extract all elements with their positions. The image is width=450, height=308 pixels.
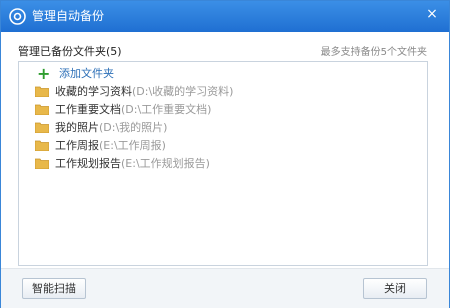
list-item[interactable]: 工作规划报告(E:\工作规划报告): [19, 155, 427, 173]
folder-name: 我的照片: [55, 121, 99, 134]
folder-name: 工作规划报告: [55, 157, 121, 170]
close-button[interactable]: 关闭: [363, 278, 427, 299]
gear-icon: [9, 8, 26, 25]
folder-path: (E:\工作周报): [99, 139, 166, 152]
folder-list: + 添加文件夹 收藏的学习资料(D:\收藏的学习资料) 工作重要文档(D:\工作…: [18, 61, 428, 266]
add-folder-button[interactable]: + 添加文件夹: [19, 65, 427, 83]
add-folder-label: 添加文件夹: [59, 67, 114, 80]
close-icon[interactable]: ×: [421, 4, 443, 24]
smart-scan-button[interactable]: 智能扫描: [22, 278, 86, 299]
list-item[interactable]: 工作重要文档(D:\工作重要文档): [19, 101, 427, 119]
title-bar[interactable]: 管理自动备份 ×: [1, 1, 449, 32]
folder-icon: [35, 122, 49, 133]
folder-name: 工作重要文档: [55, 103, 121, 116]
folder-name: 工作周报: [55, 139, 99, 152]
dialog-footer: 智能扫描 关闭: [1, 268, 449, 308]
folder-icon: [35, 158, 49, 169]
folder-icon: [35, 86, 49, 97]
folder-path: (D:\我的照片): [99, 121, 168, 134]
plus-icon: +: [37, 64, 51, 83]
list-item[interactable]: 工作周报(E:\工作周报): [19, 137, 427, 155]
folder-icon: [35, 104, 49, 115]
list-item[interactable]: 收藏的学习资料(D:\收藏的学习资料): [19, 83, 427, 101]
window-title: 管理自动备份: [32, 9, 105, 23]
dialog-content: 管理已备份文件夹(5) 最多支持备份5个文件夹 + 添加文件夹 收藏的学习资料(…: [1, 32, 449, 308]
max-folders-hint: 最多支持备份5个文件夹: [320, 47, 427, 58]
folder-path: (E:\工作规划报告): [121, 157, 210, 170]
backup-manager-dialog: 管理自动备份 × 管理已备份文件夹(5) 最多支持备份5个文件夹 + 添加文件夹…: [0, 0, 450, 308]
folder-path: (D:\收藏的学习资料): [132, 85, 234, 98]
folder-icon: [35, 140, 49, 151]
folder-path: (D:\工作重要文档): [121, 103, 212, 116]
list-item[interactable]: 我的照片(D:\我的照片): [19, 119, 427, 137]
folder-name: 收藏的学习资料: [55, 85, 132, 98]
backed-up-folders-label: 管理已备份文件夹(5): [18, 45, 122, 58]
